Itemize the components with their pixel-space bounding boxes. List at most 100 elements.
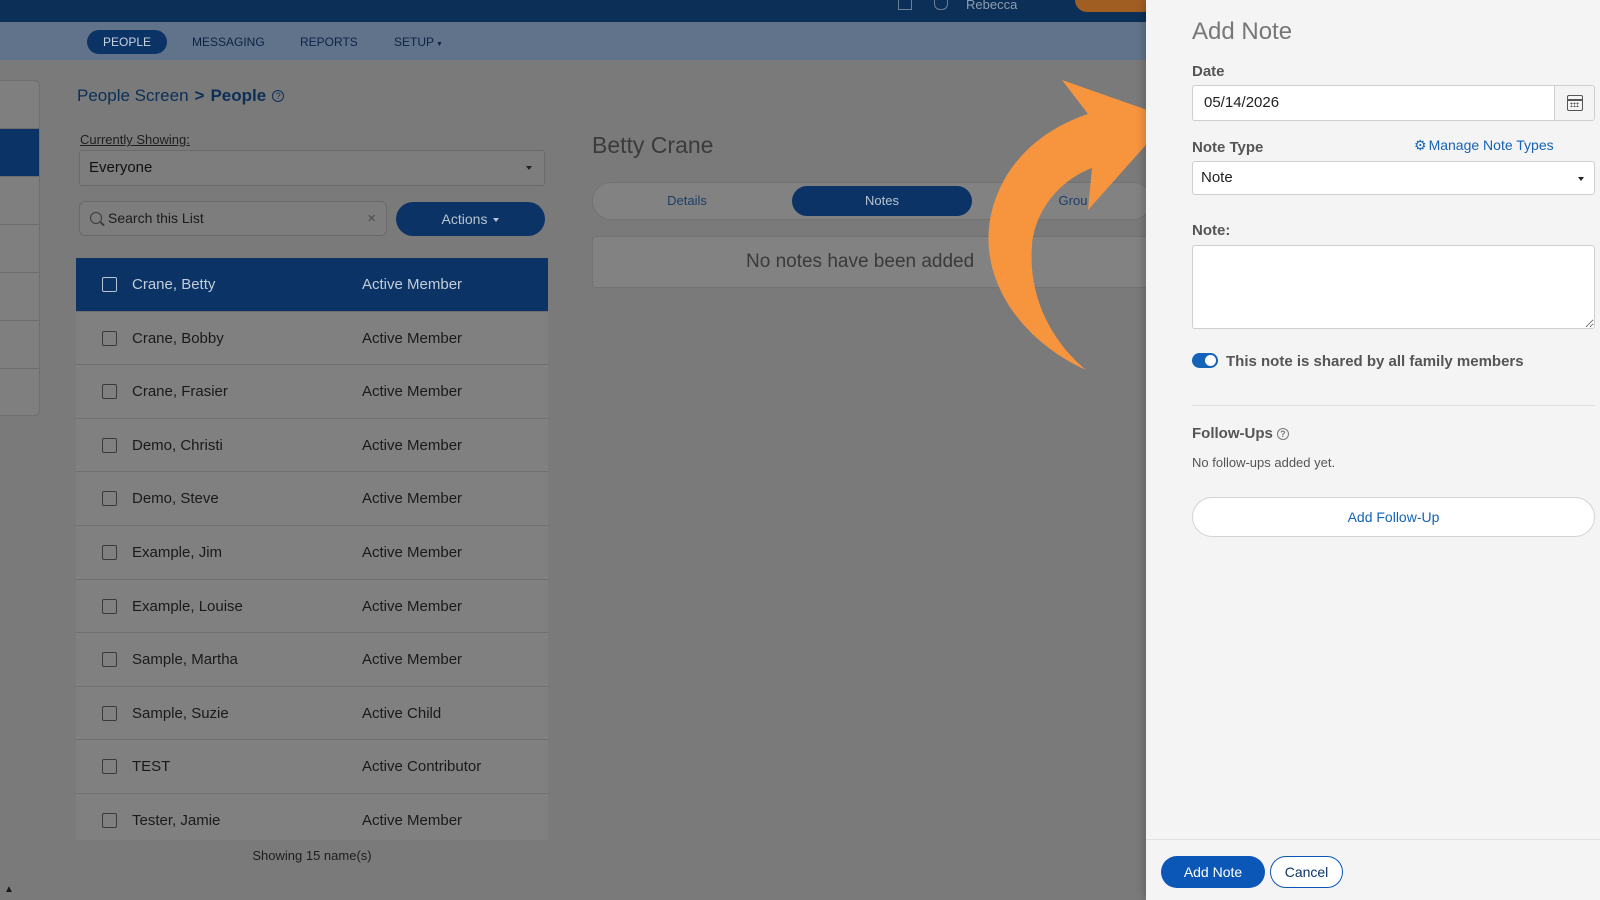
tab-notes[interactable]: Notes [792, 186, 972, 216]
person-status: Active Member [362, 490, 463, 508]
row-checkbox[interactable] [102, 705, 117, 721]
breadcrumb-current: People [210, 86, 267, 105]
square-icon[interactable] [898, 0, 912, 10]
rail-item[interactable] [0, 321, 39, 369]
list-item[interactable]: Tester, Jamie Active Member [76, 794, 548, 840]
person-status: Active Member [362, 436, 463, 454]
manage-note-types-link[interactable]: ⚙ Manage Note Types [1414, 137, 1554, 154]
list-item[interactable]: Crane, Bobby Active Member [76, 312, 548, 366]
divider [1192, 405, 1595, 406]
shared-toggle[interactable] [1192, 353, 1218, 368]
person-name: Sample, Martha [132, 651, 238, 669]
list-item[interactable]: Demo, Christi Active Member [76, 419, 548, 473]
row-checkbox[interactable] [102, 437, 117, 453]
help-button[interactable] [1075, 0, 1155, 12]
gear-icon: ⚙ [1414, 137, 1427, 153]
tab-groups[interactable]: Grou [1013, 186, 1133, 216]
list-count: Showing 15 name(s) [252, 848, 372, 863]
left-rail [0, 80, 40, 416]
date-label: Date [1192, 63, 1225, 80]
list-item[interactable]: Crane, Frasier Active Member [76, 365, 548, 419]
person-status: Active Member [362, 329, 463, 347]
search-input[interactable]: Search this List × [79, 201, 387, 236]
row-checkbox[interactable] [102, 384, 117, 400]
person-status: Active Member [362, 276, 463, 293]
notes-panel: No notes have been added [592, 236, 1152, 288]
rail-item[interactable] [0, 81, 39, 129]
currently-showing-label: Currently Showing: [80, 132, 190, 147]
nav-reports[interactable]: REPORTS [284, 30, 374, 54]
person-tabs: Details Notes Grou [592, 182, 1152, 220]
row-checkbox[interactable] [102, 652, 117, 668]
list-item[interactable]: Example, Jim Active Member [76, 526, 548, 580]
chevron-up-icon[interactable]: ▲ [4, 884, 14, 895]
rail-item[interactable] [0, 273, 39, 321]
calendar-icon [1567, 95, 1583, 111]
calendar-button[interactable] [1555, 85, 1595, 121]
close-icon[interactable]: × [367, 202, 376, 235]
nav-messaging[interactable]: MESSAGING [176, 30, 281, 54]
list-item[interactable]: Sample, Martha Active Member [76, 633, 548, 687]
note-type-select[interactable]: Note [1192, 161, 1595, 195]
date-input[interactable]: 05/14/2026 [1192, 85, 1555, 121]
chevron-down-icon [1578, 177, 1584, 181]
nav-setup[interactable]: SETUP ▼ [378, 30, 459, 54]
people-list: Crane, Betty Active Member Crane, Bobby … [76, 258, 548, 840]
bell-icon[interactable] [934, 0, 948, 10]
person-name: Demo, Christi [132, 436, 223, 454]
row-checkbox[interactable] [102, 812, 117, 828]
person-status: Active Member [362, 597, 463, 615]
list-item[interactable]: Crane, Betty Active Member [76, 258, 548, 312]
person-name: Tester, Jamie [132, 811, 221, 829]
followups-empty-message: No follow-ups added yet. [1192, 455, 1336, 470]
tab-details[interactable]: Details [597, 186, 777, 216]
currently-showing-select[interactable]: Everyone [79, 150, 545, 186]
person-status: Active Member [362, 383, 463, 401]
currently-showing-value: Everyone [89, 159, 153, 176]
drawer-title: Add Note [1192, 18, 1293, 45]
rail-item[interactable] [0, 225, 39, 273]
person-status: Active Member [362, 811, 463, 829]
person-name: Sample, Suzie [132, 704, 229, 722]
search-placeholder: Search this List [108, 210, 204, 226]
person-name: Demo, Steve [132, 490, 219, 508]
add-followup-button[interactable]: Add Follow-Up [1192, 497, 1595, 537]
manage-note-types-label: Manage Note Types [1428, 137, 1554, 153]
chevron-down-icon [526, 166, 532, 170]
cancel-button[interactable]: Cancel [1270, 856, 1343, 888]
row-checkbox[interactable] [102, 598, 117, 614]
actions-label: Actions [441, 211, 488, 227]
note-textarea[interactable] [1192, 245, 1595, 329]
note-label: Note: [1192, 222, 1231, 239]
row-checkbox[interactable] [102, 277, 117, 292]
nav-people[interactable]: PEOPLE [87, 30, 168, 54]
actions-button[interactable]: Actions [396, 202, 545, 236]
nav-setup-label: SETUP [394, 35, 435, 49]
rail-item[interactable] [0, 177, 39, 225]
list-item[interactable]: Sample, Suzie Active Child [76, 687, 548, 741]
followups-heading: Follow-Ups ? [1192, 425, 1289, 442]
row-checkbox[interactable] [102, 759, 117, 775]
rail-item-active[interactable] [0, 129, 39, 177]
person-status: Active Member [362, 651, 463, 669]
person-name: Example, Jim [132, 543, 223, 561]
list-item[interactable]: Demo, Steve Active Member [76, 472, 548, 526]
person-name: Crane, Bobby [132, 329, 224, 347]
add-note-drawer: Add Note Date 05/14/2026 Note Type ⚙ Mana… [1146, 0, 1600, 900]
add-note-button[interactable]: Add Note [1161, 856, 1265, 888]
row-checkbox[interactable] [102, 330, 117, 346]
chevron-down-icon: ▼ [434, 41, 443, 48]
user-menu[interactable]: Rebecca [966, 0, 1017, 12]
person-status: Active Member [362, 543, 463, 561]
help-icon[interactable]: ? [1276, 427, 1289, 440]
shared-toggle-label: This note is shared by all family member… [1226, 353, 1524, 370]
person-name: Crane, Frasier [132, 383, 228, 401]
list-item[interactable]: Example, Louise Active Member [76, 580, 548, 634]
person-status: Active Contributor [362, 758, 482, 776]
row-checkbox[interactable] [102, 544, 117, 560]
breadcrumb-parent[interactable]: People Screen [77, 86, 189, 106]
row-checkbox[interactable] [102, 491, 117, 507]
help-icon[interactable]: ? [272, 90, 285, 102]
list-item[interactable]: TEST Active Contributor [76, 740, 548, 794]
person-name: TEST [132, 758, 171, 776]
